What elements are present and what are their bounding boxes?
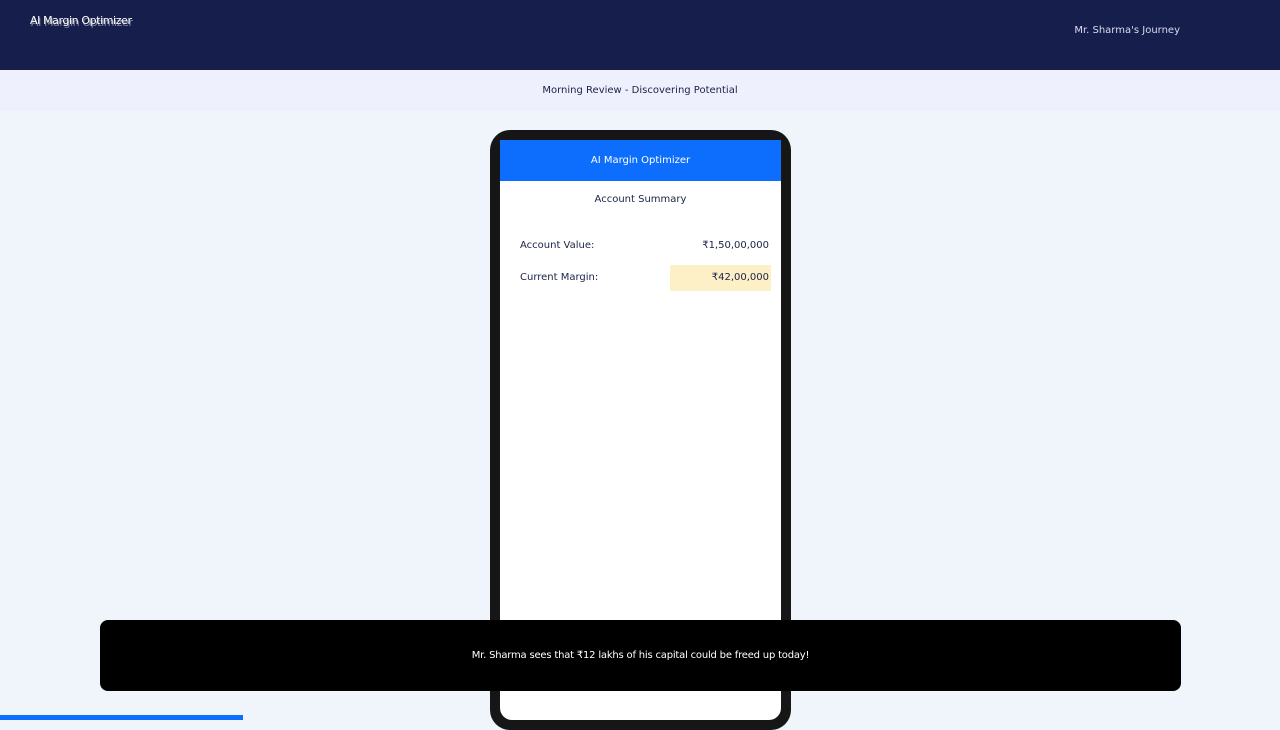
- top-bar: AI Margin Optimizer AI Margin Optimizer …: [0, 0, 1280, 70]
- current-margin-label: Current Margin:: [520, 272, 599, 283]
- account-value-row: Account Value: ₹1,50,00,000: [510, 233, 771, 259]
- current-margin-row: Current Margin: ₹42,00,000: [510, 265, 771, 291]
- story-progress-bar: [0, 715, 1280, 720]
- account-value-label: Account Value:: [520, 240, 595, 251]
- account-value-amount: ₹1,50,00,000: [702, 240, 769, 251]
- app-logo: AI Margin Optimizer AI Margin Optimizer: [30, 14, 133, 29]
- app-logo-text: AI Margin Optimizer: [30, 14, 132, 27]
- scene-title: Morning Review - Discovering Potential: [542, 85, 738, 96]
- account-summary-title: Account Summary: [594, 194, 687, 205]
- current-margin-amount: ₹42,00,000: [670, 265, 771, 291]
- story-progress-fill: [0, 715, 244, 720]
- phone-app-title: AI Margin Optimizer: [590, 155, 691, 166]
- scene-title-bar: Morning Review - Discovering Potential: [0, 70, 1280, 111]
- narration-caption: Mr. Sharma sees that ₹12 lakhs of his ca…: [100, 620, 1181, 691]
- narration-caption-text: Mr. Sharma sees that ₹12 lakhs of his ca…: [471, 650, 810, 661]
- journey-label: Mr. Sharma's Journey: [1074, 25, 1180, 36]
- phone-app-header: AI Margin Optimizer: [500, 140, 781, 181]
